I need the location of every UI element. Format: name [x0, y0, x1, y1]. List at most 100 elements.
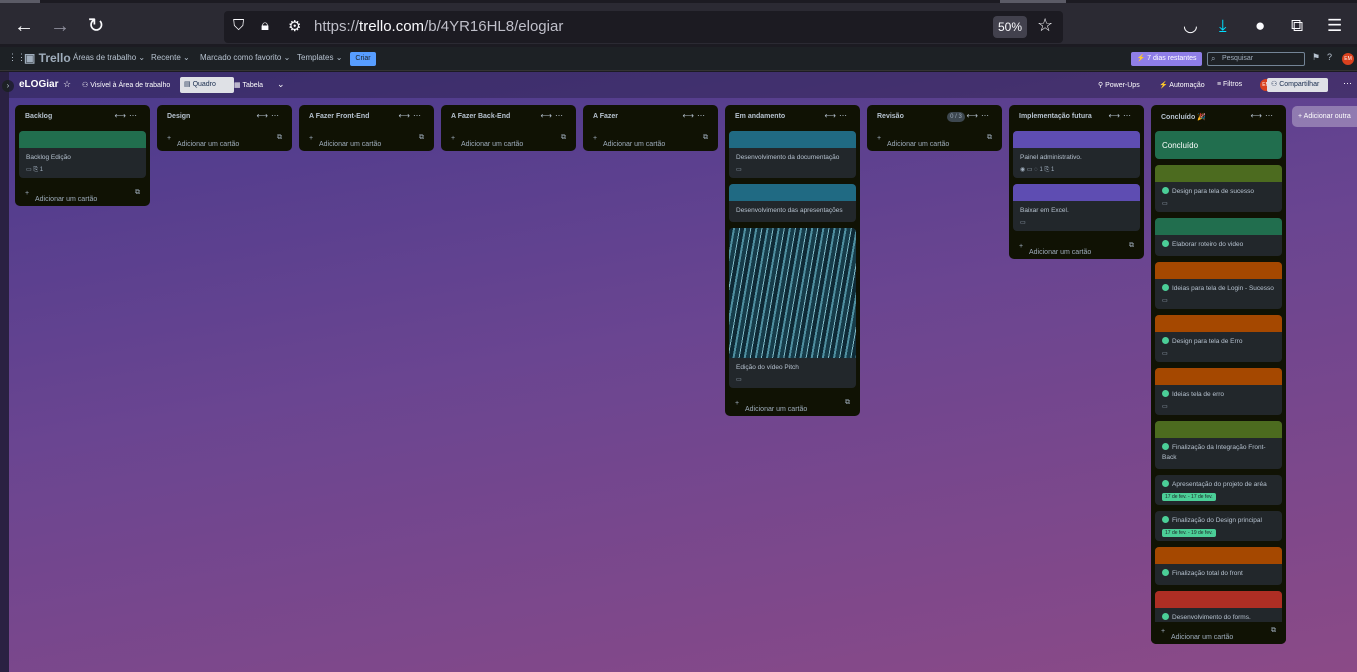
url-bar[interactable]: ⛉ 🔒︎ ⚙ https://trello.com/b/4YR16HL8/elo…: [224, 11, 1063, 43]
complete-check-icon[interactable]: [1162, 240, 1169, 247]
card[interactable]: Desenvolvimento das apresentações: [729, 184, 856, 222]
trial-badge[interactable]: ⚡ 7 dias restantes: [1131, 52, 1202, 66]
template-icon[interactable]: ⧉: [987, 134, 992, 142]
list-title[interactable]: Revisão: [877, 113, 904, 120]
list-header[interactable]: Revisão 0 / 3 ⟷⋯: [867, 105, 1002, 129]
list-title[interactable]: A Fazer: [593, 113, 618, 120]
card[interactable]: Ideias tela de erro ▭: [1155, 368, 1282, 415]
search-input[interactable]: ⌕ Pesquisar: [1207, 52, 1305, 66]
list-title[interactable]: Implementação futura: [1019, 113, 1092, 120]
card[interactable]: Baixar em Excel. ▭: [1013, 184, 1140, 231]
pocket-icon[interactable]: ◡: [1183, 16, 1198, 36]
list-actions-icon[interactable]: ⟷⋯: [115, 111, 140, 120]
view-table-button[interactable]: ▦ Tabela: [234, 81, 263, 89]
list-header[interactable]: A Fazer Back-End ⟷⋯: [441, 105, 576, 129]
list-header[interactable]: Backlog ⟷⋯: [15, 105, 150, 129]
complete-check-icon[interactable]: [1162, 613, 1169, 620]
card[interactable]: Painel administrativo. ◉ ▭ ◌ 1 ⎘ 1: [1013, 131, 1140, 178]
list-column[interactable]: Design ⟷⋯ + Adicionar um cartão ⧉: [157, 105, 292, 151]
card[interactable]: Finalização da Integração Front-Back: [1155, 421, 1282, 469]
share-button[interactable]: ⚇ Compartilhar: [1267, 78, 1328, 92]
list-title[interactable]: A Fazer Front-End: [309, 113, 369, 120]
list-column[interactable]: Concluído 🎉 ⟷⋯ Concluído Design para tela d…: [1151, 105, 1286, 644]
menu-icon[interactable]: ☰: [1327, 16, 1342, 36]
list-actions-icon[interactable]: ⟷⋯: [399, 111, 424, 120]
list-actions-icon[interactable]: ⟷⋯: [1251, 111, 1276, 120]
zoom-level-button[interactable]: 50%: [993, 16, 1027, 38]
template-icon[interactable]: ⧉: [135, 189, 140, 197]
template-icon[interactable]: ⧉: [419, 134, 424, 142]
tab[interactable]: [0, 0, 40, 3]
list-column[interactable]: Revisão 0 / 3 ⟷⋯ + Adicionar um cartão ⧉: [867, 105, 1002, 151]
list-header[interactable]: A Fazer ⟷⋯: [583, 105, 718, 129]
add-card-button[interactable]: + Adicionar um cartão ⧉: [725, 394, 860, 416]
template-icon[interactable]: ⧉: [277, 134, 282, 142]
add-card-button[interactable]: + Adicionar um cartão ⧉: [867, 129, 1002, 151]
card[interactable]: Desenvolvimento da documentação ▭: [729, 131, 856, 178]
add-card-button[interactable]: + Adicionar um cartão ⧉: [583, 129, 718, 151]
complete-check-icon[interactable]: [1162, 516, 1169, 523]
list-header[interactable]: Concluído 🎉 ⟷⋯: [1151, 105, 1286, 129]
list-column[interactable]: Implementação futura ⟷⋯ Painel administrat…: [1009, 105, 1144, 259]
list-title[interactable]: Design: [167, 113, 190, 120]
help-icon[interactable]: ?: [1327, 52, 1332, 62]
nav-workspaces[interactable]: Áreas de trabalho ⌄: [73, 53, 145, 62]
complete-check-icon[interactable]: [1162, 443, 1169, 450]
list-actions-icon[interactable]: ⟷⋯: [825, 111, 850, 120]
complete-check-icon[interactable]: [1162, 480, 1169, 487]
card[interactable]: Edição do vídeo Pitch ▭: [729, 228, 856, 388]
nav-recent[interactable]: Recente ⌄: [151, 53, 190, 62]
template-icon[interactable]: ⧉: [703, 134, 708, 142]
list-header[interactable]: Design ⟷⋯: [157, 105, 292, 129]
card[interactable]: Backlog Edição ▭ ⎘ 1: [19, 131, 146, 178]
list-actions-icon[interactable]: ⟷⋯: [967, 111, 992, 120]
list-column[interactable]: Backlog ⟷⋯ Backlog Edição ▭ ⎘ 1 + Adicionar …: [15, 105, 150, 206]
template-icon[interactable]: ⧉: [1129, 242, 1134, 250]
add-card-button[interactable]: + Adicionar um cartão ⧉: [15, 184, 150, 206]
add-card-button[interactable]: + Adicionar um cartão ⧉: [1009, 237, 1144, 259]
chevron-down-icon[interactable]: ⌄: [277, 79, 285, 90]
card[interactable]: Design para tela de Erro ▭: [1155, 315, 1282, 362]
card[interactable]: Concluído: [1155, 131, 1282, 159]
visibility-button[interactable]: ⚇ Visível à Área de trabalho: [82, 81, 170, 89]
back-icon[interactable]: ←: [12, 14, 36, 38]
add-card-button[interactable]: + Adicionar um cartão ⧉: [157, 129, 292, 151]
list-title[interactable]: Em andamento: [735, 113, 785, 120]
nav-starred[interactable]: Marcado como favorito ⌄: [200, 53, 290, 62]
board-title[interactable]: eLOGiar: [19, 79, 58, 90]
list-column[interactable]: A Fazer ⟷⋯ + Adicionar um cartão ⧉: [583, 105, 718, 151]
nav-templates[interactable]: Templates ⌄: [297, 53, 342, 62]
template-icon[interactable]: ⧉: [1271, 627, 1276, 635]
shield-icon[interactable]: ⛉: [233, 17, 244, 34]
add-card-button[interactable]: + Adicionar um cartão ⧉: [299, 129, 434, 151]
card[interactable]: Finalização do Design principal 17 de fev…: [1155, 511, 1282, 541]
tab[interactable]: [1000, 0, 1066, 3]
account-icon[interactable]: ●: [1255, 16, 1265, 36]
create-button[interactable]: Criar: [350, 52, 376, 66]
forward-icon[interactable]: →: [48, 14, 72, 38]
complete-check-icon[interactable]: [1162, 569, 1169, 576]
template-icon[interactable]: ⧉: [845, 399, 850, 407]
list-actions-icon[interactable]: ⟷⋯: [257, 111, 282, 120]
due-date-badge[interactable]: 17 de fev. - 19 de fev.: [1162, 529, 1216, 537]
list-column[interactable]: A Fazer Front-End ⟷⋯ + Adicionar um cartão…: [299, 105, 434, 151]
list-column[interactable]: A Fazer Back-End ⟷⋯ + Adicionar um cartão ⧉: [441, 105, 576, 151]
complete-check-icon[interactable]: [1162, 284, 1169, 291]
list-header[interactable]: Implementação futura ⟷⋯: [1009, 105, 1144, 129]
list-actions-icon[interactable]: ⟷⋯: [683, 111, 708, 120]
powerups-button[interactable]: ⚲ Power-Ups: [1098, 81, 1140, 89]
user-avatar[interactable]: EM: [1342, 53, 1354, 65]
more-menu-icon[interactable]: ⋯: [1343, 78, 1352, 89]
download-icon[interactable]: ⤓: [1219, 16, 1227, 36]
list-title[interactable]: Concluído 🎉: [1161, 113, 1206, 121]
add-list-button[interactable]: + Adicionar outra: [1292, 106, 1357, 127]
url-text[interactable]: https://trello.com/b/4YR16HL8/elogiar: [314, 18, 563, 35]
permissions-icon[interactable]: ⚙: [288, 17, 301, 35]
extensions-icon[interactable]: ⧉: [1291, 16, 1303, 36]
add-card-button[interactable]: + Adicionar um cartão ⧉: [441, 129, 576, 151]
complete-check-icon[interactable]: [1162, 390, 1169, 397]
template-icon[interactable]: ⧉: [561, 134, 566, 142]
due-date-badge[interactable]: 17 de fev. - 17 de fev.: [1162, 493, 1216, 501]
filters-button[interactable]: ≡ Filtros: [1217, 81, 1242, 88]
reload-icon[interactable]: ↻: [84, 14, 108, 38]
